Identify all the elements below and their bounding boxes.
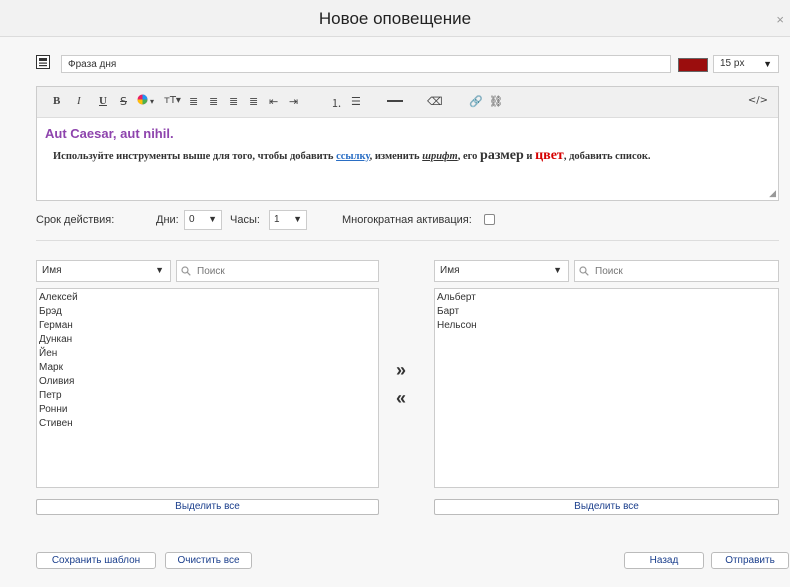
dialog-title: Новое оповещение [318,9,472,28]
list-item[interactable]: Нельсон [437,319,776,333]
list-item[interactable]: Альберт [437,291,776,305]
right-search[interactable] [574,260,779,282]
list-item[interactable]: Стивен [39,417,376,431]
dialog-titlebar: Новое оповещение × [0,0,790,37]
chevron-down-icon: ▼ [763,59,772,69]
left-search-input[interactable] [195,265,359,278]
rich-text-editor[interactable]: B I U S ▾ тT▾ ≣ ≣ ≣ ≣ ⇤ ⇥ ⒈ ☰ ⌫ 🔗 ⛓ </> … [36,86,779,201]
right-search-input[interactable] [593,265,757,278]
indent-icon[interactable]: ⇥ [289,95,298,108]
resize-handle-icon[interactable]: ◢ [769,188,776,199]
chevron-down-icon: ▼ [208,214,217,224]
list-item[interactable]: Оливия [39,375,376,389]
list-item[interactable]: Ронни [39,403,376,417]
search-icon [579,266,589,276]
days-label: Дни: [156,214,179,226]
bold-button[interactable]: B [53,95,60,107]
list-item[interactable]: Алексей [39,291,376,305]
back-button[interactable]: Назад [624,552,704,569]
multi-activation-checkbox[interactable] [484,214,495,225]
days-select[interactable]: 0 ▼ [184,210,222,230]
align-justify-icon[interactable]: ≣ [249,95,258,108]
ordered-list-icon[interactable]: ⒈ [331,95,342,111]
horizontal-rule-icon[interactable] [387,100,403,102]
list-item[interactable]: Герман [39,319,376,333]
hours-value: 1 [274,214,280,225]
source-code-button[interactable]: </> [748,95,768,106]
search-icon [181,266,191,276]
close-icon[interactable]: × [776,12,784,27]
duration-label: Срок действия: [36,214,115,226]
editor-link[interactable]: ссылку [336,151,370,162]
divider [36,240,779,241]
editor-toolbar: B I U S ▾ тT▾ ≣ ≣ ≣ ≣ ⇤ ⇥ ⒈ ☰ ⌫ 🔗 ⛓ </> [37,87,778,118]
right-filter-value: Имя [440,265,460,276]
list-item[interactable]: Дункан [39,333,376,347]
right-user-list[interactable]: Альберт Барт Нельсон [434,288,779,488]
align-center-icon[interactable]: ≣ [209,95,218,108]
editor-heading: Aut Caesar, aut nihil. [45,126,174,141]
right-select-all-button[interactable]: Выделить все [434,499,779,515]
italic-button[interactable]: I [77,95,81,107]
hours-label: Часы: [230,214,260,226]
list-item[interactable]: Марк [39,361,376,375]
list-item[interactable]: Брэд [39,305,376,319]
chevron-down-icon: ▼ [155,265,164,275]
list-item[interactable]: Петр [39,389,376,403]
clear-all-button[interactable]: Очистить все [165,552,252,569]
unordered-list-icon[interactable]: ☰ [351,95,361,108]
list-item[interactable]: Барт [437,305,776,319]
underline-button[interactable]: U [99,95,107,107]
template-icon[interactable] [36,55,50,69]
editor-color-sample: цвет [535,148,564,163]
editor-text: , изменить [369,151,423,162]
color-picker[interactable] [678,58,708,72]
duration-row: Срок действия: Дни: 0 ▼ Часы: 1 ▼ Многок… [36,210,779,232]
editor-font-sample: шрифт [422,151,458,162]
left-select-all-button[interactable]: Выделить все [36,499,379,515]
align-right-icon[interactable]: ≣ [229,95,238,108]
eraser-icon[interactable]: ⌫ [427,95,443,108]
left-user-list[interactable]: Алексей Брэд Герман Дункан Йен Марк Олив… [36,288,379,488]
color-dropdown-arrow[interactable]: ▾ [150,97,154,106]
text-size-button[interactable]: тT▾ [164,95,181,106]
palette-icon [137,94,148,105]
right-filter-select[interactable]: Имя ▼ [434,260,569,282]
align-left-icon[interactable]: ≣ [189,95,198,108]
move-right-button[interactable]: » [396,360,406,381]
editor-size-sample: размер [480,148,524,163]
strikethrough-button[interactable]: S [120,95,127,108]
editor-text: , его [457,151,481,162]
days-value: 0 [189,214,195,225]
editor-text: и [523,151,536,162]
editor-text: , добавить список. [563,151,651,162]
chevron-down-icon: ▼ [553,265,562,275]
move-left-button[interactable]: « [396,388,406,409]
outdent-icon[interactable]: ⇤ [269,95,278,108]
left-filter-value: Имя [42,265,62,276]
chevron-down-icon: ▼ [293,214,302,224]
text-color-button[interactable] [137,94,148,108]
link-icon[interactable]: 🔗 [469,95,483,108]
editor-content[interactable]: Aut Caesar, aut nihil. Используйте инстр… [37,118,778,173]
send-button[interactable]: Отправить [711,552,789,569]
editor-text: Используйте инструменты выше для того, ч… [53,151,337,162]
unlink-icon[interactable]: ⛓ [489,95,503,108]
multi-activation-label: Многократная активация: [342,214,472,226]
list-item[interactable]: Йен [39,347,376,361]
left-search[interactable] [176,260,379,282]
font-size-value: 15 px [720,58,745,69]
hours-select[interactable]: 1 ▼ [269,210,307,230]
editor-paragraph: Используйте инструменты выше для того, ч… [45,147,770,165]
save-template-button[interactable]: Сохранить шаблон [36,552,156,569]
font-size-select[interactable]: 15 px ▼ [713,55,779,73]
subject-input[interactable] [61,55,671,73]
left-filter-select[interactable]: Имя ▼ [36,260,171,282]
